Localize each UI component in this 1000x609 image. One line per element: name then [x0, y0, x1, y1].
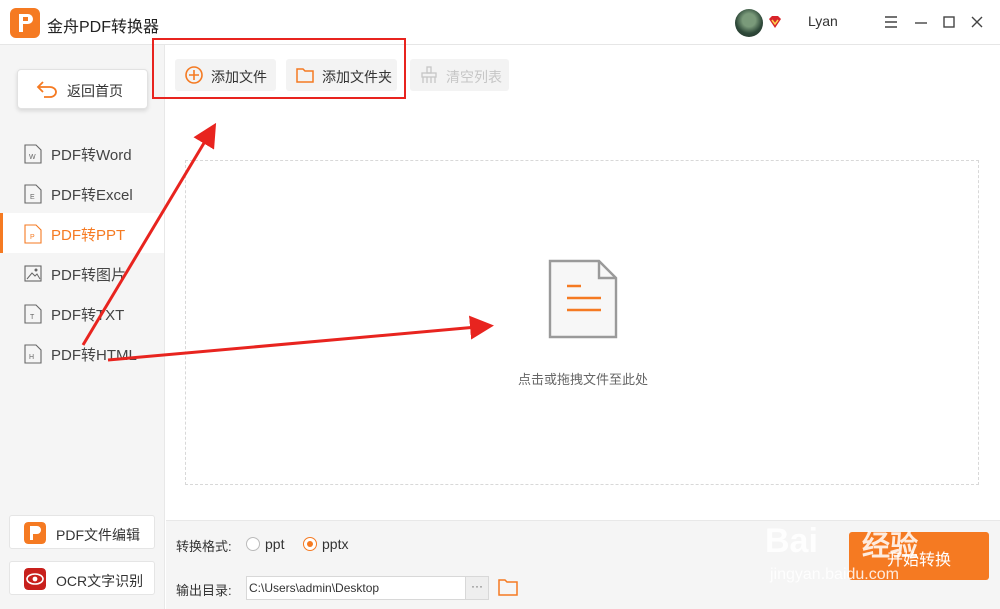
sidebar-item-pdf-to-excel[interactable]: E PDF转Excel [0, 173, 164, 213]
svg-text:T: T [30, 314, 35, 321]
sidebar-item-pdf-to-word[interactable]: W PDF转Word [0, 133, 164, 173]
sidebar-item-pdf-to-html[interactable]: H PDF转HTML [0, 333, 164, 373]
watermark-url: jingyan.baidu.com [770, 566, 899, 583]
sidebar: 返回首页 W PDF转Word E PDF转Excel P PDF转PPT PD… [0, 45, 165, 609]
broom-icon [421, 66, 437, 83]
back-arrow-icon [36, 81, 57, 98]
sidebar-item-label: PDF转图片 [51, 267, 127, 284]
image-doc-icon [24, 265, 42, 282]
close-icon[interactable] [968, 13, 986, 31]
sidebar-item-pdf-to-ppt[interactable]: P PDF转PPT [0, 213, 164, 253]
format-label: 转换格式: [176, 539, 232, 554]
minimize-icon[interactable] [912, 13, 930, 31]
maximize-icon[interactable] [940, 13, 958, 31]
title-bar: 金舟PDF转换器 Lyan [0, 0, 1000, 45]
highlight-box [152, 38, 406, 99]
pdf-edit-icon [24, 522, 46, 544]
clear-list-button[interactable]: 清空列表 [410, 59, 509, 91]
menu-icon[interactable] [882, 13, 900, 31]
app-title: 金舟PDF转换器 [47, 19, 160, 36]
ocr-button[interactable]: OCR文字识别 [9, 561, 155, 595]
format-radio-pptx[interactable] [303, 537, 317, 551]
format-option-label[interactable]: ppt [265, 536, 284, 552]
txt-doc-icon: T [24, 304, 42, 324]
sidebar-item-label: PDF转Excel [51, 187, 133, 204]
back-home-button[interactable]: 返回首页 [17, 69, 148, 109]
username[interactable]: Lyan [808, 13, 838, 29]
sidebar-item-label: PDF转Word [51, 147, 132, 164]
excel-doc-icon: E [24, 184, 42, 204]
document-icon [548, 259, 618, 339]
svg-text:H: H [29, 354, 34, 361]
app-logo-icon [10, 8, 40, 38]
active-indicator [0, 213, 3, 253]
sidebar-item-label: PDF转HTML [51, 347, 137, 364]
open-folder-icon[interactable] [498, 578, 518, 596]
svg-text:E: E [30, 194, 35, 201]
ocr-eye-icon [24, 568, 46, 590]
svg-text:P: P [30, 234, 35, 241]
output-dir-input[interactable] [246, 576, 466, 600]
sidebar-item-pdf-to-txt[interactable]: T PDF转TXT [0, 293, 164, 333]
pdf-edit-button[interactable]: PDF文件编辑 [9, 515, 155, 549]
output-dir-label: 输出目录: [176, 583, 232, 598]
sidebar-item-label: PDF转PPT [51, 227, 126, 244]
ppt-doc-icon: P [24, 224, 42, 244]
svg-text:W: W [29, 154, 36, 161]
sidebar-item-pdf-to-image[interactable]: PDF转图片 [0, 253, 164, 293]
back-home-label: 返回首页 [67, 83, 123, 99]
word-doc-icon: W [24, 144, 42, 164]
browse-button[interactable]: ··· [465, 576, 489, 600]
ocr-label: OCR文字识别 [56, 573, 144, 589]
sidebar-item-label: PDF转TXT [51, 307, 125, 324]
file-drop-zone[interactable]: 点击或拖拽文件至此处 [185, 160, 979, 485]
pdf-edit-label: PDF文件编辑 [56, 527, 140, 543]
drop-hint-text: 点击或拖拽文件至此处 [517, 372, 648, 387]
user-avatar[interactable] [735, 9, 763, 37]
format-option-label[interactable]: pptx [322, 536, 348, 552]
vip-badge-icon[interactable] [767, 14, 783, 30]
format-radio-ppt[interactable] [246, 537, 260, 551]
html-doc-icon: H [24, 344, 42, 364]
watermark-text: Bai [765, 522, 818, 560]
clear-list-label: 清空列表 [446, 69, 502, 85]
watermark-text: 经验 [862, 530, 919, 561]
